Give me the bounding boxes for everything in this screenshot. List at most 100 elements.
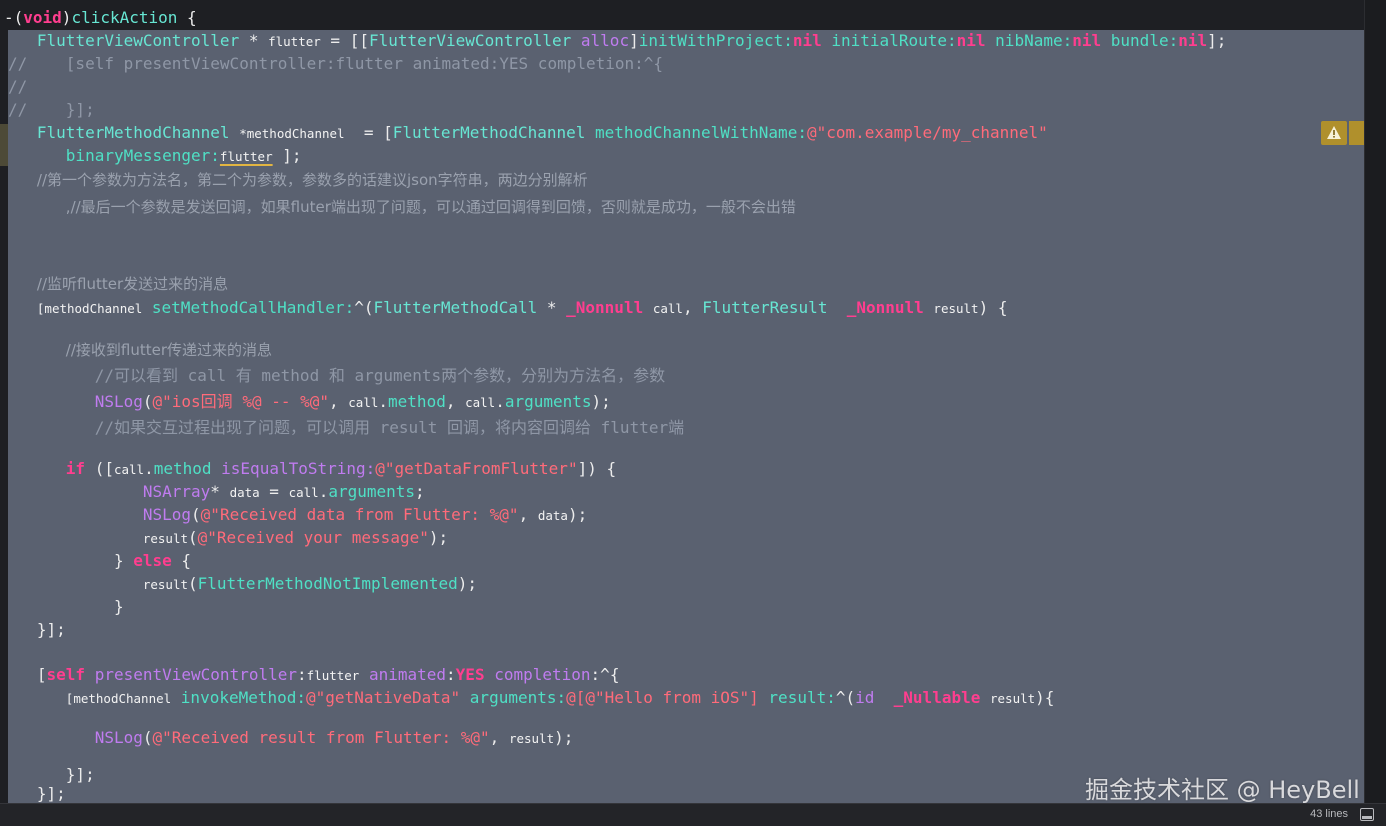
code-token: _Nonnull (566, 298, 644, 317)
code-token: } (8, 597, 124, 616)
code-token: , (329, 392, 349, 411)
code-token: bundle: (1110, 31, 1179, 50)
code-token: result (933, 301, 979, 316)
code-token: ] (629, 31, 639, 50)
code-token: ( (142, 728, 153, 747)
code-token: flutter (268, 34, 321, 49)
code-line: NSLog(@"Received data from Flutter: %@",… (8, 503, 587, 526)
warning-badge[interactable] (1321, 121, 1347, 145)
code-line: [self presentViewController:flutter anim… (8, 663, 620, 686)
code-token: void (23, 8, 62, 27)
code-token: FlutterMethodCall (373, 298, 538, 317)
code-token: call (465, 395, 496, 410)
code-token: nil (956, 31, 986, 50)
code-token: @"Received result from Flutter: %@" (152, 728, 490, 747)
code-token: arguments: (469, 688, 567, 707)
code-line: ,//最后一个参数是发送回调，如果fluter端出现了问题，可以通过回调得到回馈… (8, 195, 796, 218)
code-token: call (652, 301, 683, 316)
code-token: } (8, 551, 134, 570)
code-token: , (489, 728, 509, 747)
console-toggle-icon[interactable] (1360, 808, 1374, 821)
code-token: : (297, 665, 307, 684)
code-token: ; (415, 482, 425, 501)
code-line: [methodChannel invokeMethod:@"getNativeD… (8, 686, 1055, 709)
code-token: nil (1072, 31, 1102, 50)
code-token: = (259, 482, 289, 501)
code-line: //接收到flutter传递过来的消息 (8, 338, 272, 361)
code-token: arguments (504, 392, 592, 411)
code-token: result (508, 731, 555, 746)
code-lines: -(void)clickAction { FlutterViewControll… (0, 0, 1364, 803)
code-token: NSLog (94, 728, 143, 747)
vertical-scrollbar[interactable] (1364, 0, 1386, 803)
code-token: ); (428, 528, 449, 547)
code-token: FlutterMethodChannel (392, 123, 586, 142)
code-line: } (8, 595, 124, 618)
code-token: * (210, 482, 230, 501)
code-token: // (8, 77, 28, 96)
code-line: // (8, 75, 27, 98)
code-token: _Nonnull (846, 298, 924, 317)
code-token: * (537, 298, 567, 317)
code-line: result(FlutterMethodNotImplemented); (8, 572, 477, 595)
code-token: -( (4, 8, 24, 27)
code-token: = [[ (320, 31, 369, 50)
warning-triangle-icon (1327, 126, 1341, 139)
code-token: call (288, 485, 319, 500)
code-token: ) (61, 8, 72, 27)
code-token: FlutterMethodNotImplemented (197, 574, 458, 593)
code-token: *methodChannel (239, 126, 345, 141)
code-token: . (378, 392, 389, 411)
code-token: . (318, 482, 329, 501)
code-token: //第一个参数为方法名，第二个为参数，参数多的话建议json字符串，两边分别解析 (36, 171, 588, 189)
code-token: ); (591, 392, 611, 411)
code-token: nil (792, 31, 822, 50)
code-token: ^( (354, 298, 374, 317)
code-token: ); (457, 574, 478, 593)
code-line: // }]; (8, 98, 95, 121)
code-token: // [self presentViewController:flutter a… (8, 54, 664, 73)
code-token: nil (1178, 31, 1208, 50)
code-token: ( (188, 574, 198, 593)
code-token: [methodChannel (36, 301, 143, 316)
code-token: method (388, 392, 446, 411)
code-token: invokeMethod: (180, 688, 307, 707)
code-token: else (133, 551, 172, 570)
code-line: } else { (8, 549, 191, 572)
code-token: ( (191, 505, 201, 524)
code-token: ,//最后一个参数是发送回调，如果fluter端出现了问题，可以通过回调得到回馈… (65, 198, 796, 216)
code-token: isEqualToString: (221, 459, 376, 478)
code-token: call (113, 462, 145, 477)
code-token: ]; (1207, 31, 1227, 50)
code-token: :^{ (590, 665, 620, 684)
code-line: NSLog(@"Received result from Flutter: %@… (8, 726, 574, 749)
code-token: FlutterViewController (368, 31, 572, 50)
code-token: FlutterMethodChannel (36, 123, 230, 142)
code-token: @[@"Hello from iOS"] (566, 688, 759, 707)
code-token: ( (142, 392, 153, 411)
code-token: call (348, 395, 379, 410)
code-token: _Nullable (893, 688, 981, 707)
code-line: }]; (8, 618, 66, 641)
code-token: @"com.example/my_channel" (806, 123, 1048, 142)
code-token: nibName: (995, 31, 1073, 50)
code-token: YES (455, 665, 485, 684)
code-token: * (239, 31, 269, 50)
code-editor[interactable]: -(void)clickAction { FlutterViewControll… (0, 0, 1364, 803)
code-token: data (229, 485, 260, 500)
lines-count-label: 43 lines (1310, 808, 1348, 820)
